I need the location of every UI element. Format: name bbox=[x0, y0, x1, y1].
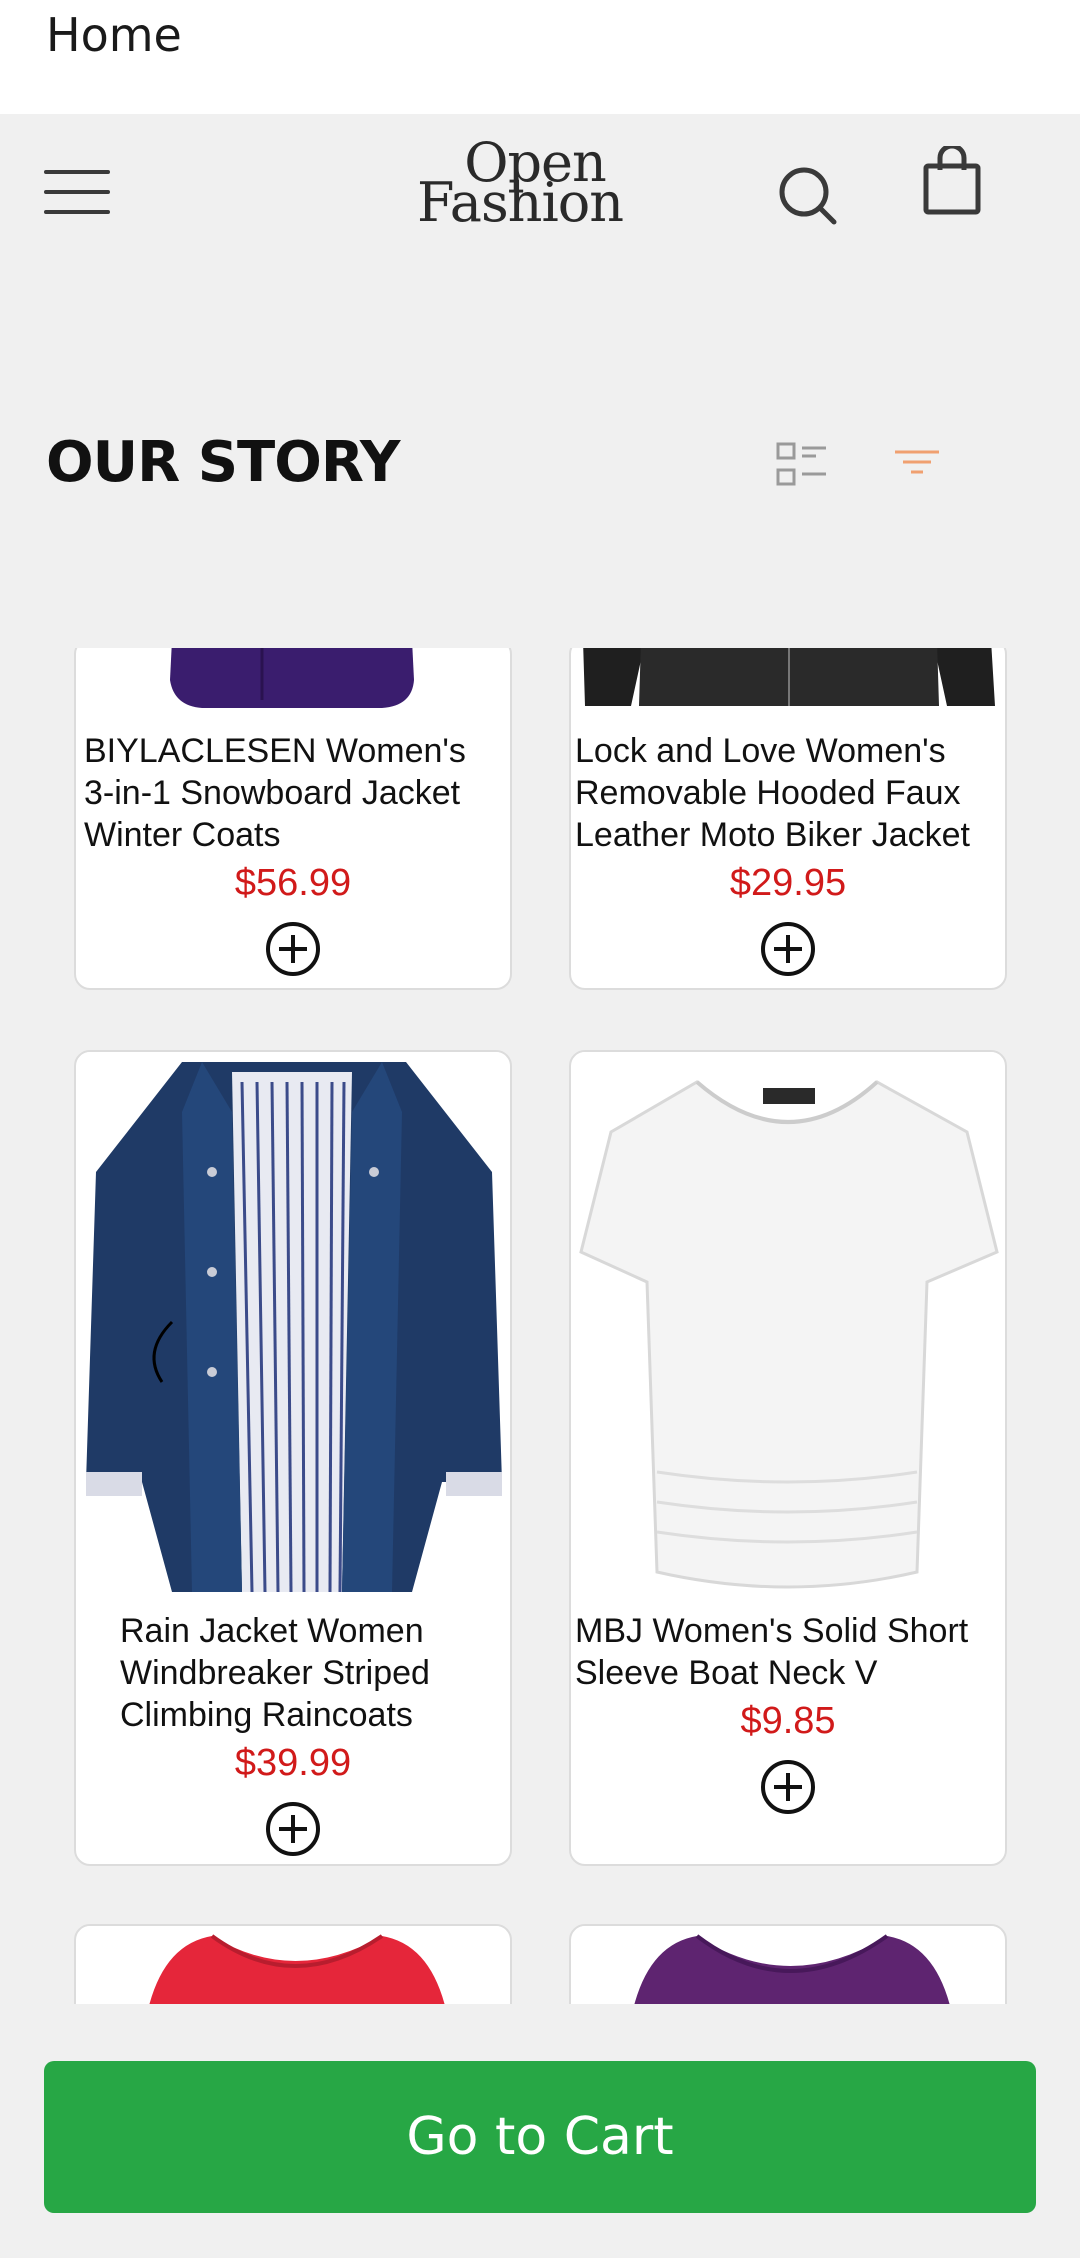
product-price: $56.99 bbox=[234, 862, 352, 904]
section-title: OUR STORY bbox=[46, 430, 400, 495]
go-to-cart-button[interactable]: Go to Cart bbox=[44, 2061, 1036, 2213]
product-image bbox=[577, 648, 1001, 712]
add-to-cart-icon[interactable] bbox=[264, 1800, 322, 1858]
product-card[interactable]: MBJ Women's Solid Short Sleeve Boat Neck… bbox=[569, 1050, 1007, 1866]
product-image bbox=[82, 1926, 506, 2004]
add-to-cart-icon[interactable] bbox=[264, 920, 322, 978]
product-card[interactable]: BIYLACLESEN Women's 3-in-1 Snowboard Jac… bbox=[74, 648, 512, 990]
product-card[interactable] bbox=[74, 1924, 512, 2004]
product-title: BIYLACLESEN Women's 3-in-1 Snowboard Jac… bbox=[84, 732, 466, 854]
filter-icon[interactable] bbox=[893, 448, 941, 480]
app-title: Home bbox=[46, 8, 182, 62]
product-price: $29.95 bbox=[729, 862, 847, 904]
search-icon[interactable] bbox=[776, 164, 840, 228]
product-card[interactable]: Rain Jacket Women Windbreaker Striped Cl… bbox=[74, 1050, 512, 1866]
product-title: Lock and Love Women's Removable Hooded F… bbox=[575, 732, 970, 854]
logo[interactable]: Open Fashion bbox=[400, 136, 640, 240]
list-view-icon[interactable] bbox=[776, 440, 828, 490]
add-to-cart-icon[interactable] bbox=[759, 1758, 817, 1816]
add-to-cart-icon[interactable] bbox=[759, 920, 817, 978]
logo-line-2: Fashion bbox=[416, 171, 624, 234]
product-price: $39.99 bbox=[234, 1742, 352, 1784]
product-image bbox=[577, 1926, 1001, 2004]
app-bar: Home bbox=[0, 0, 1080, 114]
product-grid[interactable]: BIYLACLESEN Women's 3-in-1 Snowboard Jac… bbox=[0, 648, 1080, 2004]
product-image bbox=[82, 648, 506, 712]
hamburger-menu-icon[interactable] bbox=[42, 168, 114, 218]
product-image bbox=[577, 1052, 1001, 1592]
product-card[interactable] bbox=[569, 1924, 1007, 2004]
product-card[interactable]: Lock and Love Women's Removable Hooded F… bbox=[569, 648, 1007, 990]
shopping-bag-icon[interactable] bbox=[920, 146, 984, 218]
product-title: MBJ Women's Solid Short Sleeve Boat Neck… bbox=[575, 1612, 969, 1692]
product-price: $9.85 bbox=[740, 1700, 836, 1742]
product-image bbox=[82, 1052, 506, 1592]
product-title: Rain Jacket Women Windbreaker Striped Cl… bbox=[120, 1612, 430, 1734]
